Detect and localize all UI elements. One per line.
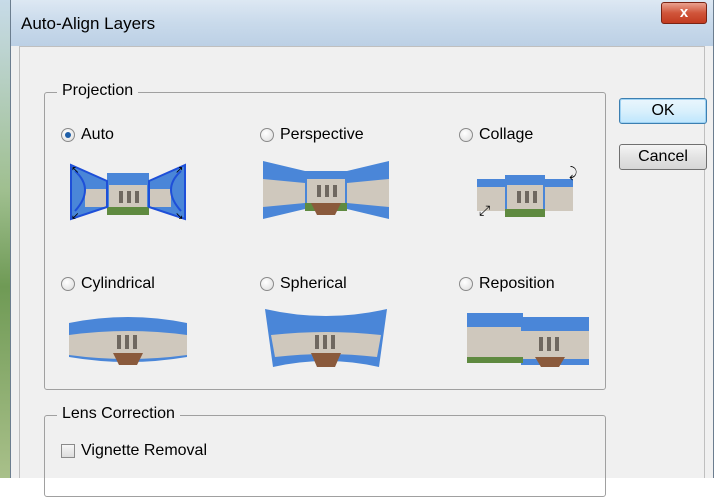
lens-correction-group: Lens Correction Vignette Removal: [44, 405, 606, 497]
cancel-button[interactable]: Cancel: [619, 144, 707, 170]
title-bar: Auto-Align Layers x: [11, 0, 713, 46]
vignette-removal-label: Vignette Removal: [81, 442, 207, 459]
radio-reposition[interactable]: Reposition: [459, 275, 555, 293]
vignette-removal-checkbox[interactable]: Vignette Removal: [61, 442, 207, 460]
projection-group: Projection Auto Perspective Collage ↖ ↗ …: [44, 82, 606, 390]
radio-reposition-label: Reposition: [479, 275, 555, 292]
close-icon: x: [679, 4, 689, 21]
spherical-projection-preview: [265, 309, 387, 367]
lens-correction-legend: Lens Correction: [57, 405, 180, 423]
radio-auto[interactable]: Auto: [61, 126, 114, 144]
cylindrical-projection-preview: [69, 317, 187, 365]
radio-cylindrical-label: Cylindrical: [81, 275, 155, 292]
radio-reposition-indicator: [459, 277, 473, 291]
close-button[interactable]: x: [661, 2, 707, 24]
radio-cylindrical-indicator: [61, 277, 75, 291]
radio-spherical-indicator: [260, 277, 274, 291]
projection-legend: Projection: [57, 82, 139, 100]
radio-auto-indicator: [61, 128, 75, 142]
reposition-projection-preview: [467, 313, 589, 367]
svg-text:↙: ↙: [71, 211, 79, 222]
svg-text:↘: ↘: [175, 211, 183, 222]
ok-button[interactable]: OK: [619, 98, 707, 124]
svg-text:⤢: ⤢: [479, 203, 490, 219]
collage-projection-preview: ⤸ ⤢: [477, 165, 578, 219]
svg-text:↖: ↖: [71, 165, 79, 176]
svg-text:⤸: ⤸: [569, 165, 578, 181]
radio-perspective-label: Perspective: [280, 126, 364, 143]
auto-projection-preview: ↖ ↗ ↙ ↘: [70, 163, 186, 222]
perspective-projection-preview: [263, 161, 389, 219]
svg-text:↗: ↗: [175, 165, 183, 176]
radio-spherical-label: Spherical: [280, 275, 347, 292]
radio-auto-label: Auto: [81, 126, 114, 143]
auto-align-dialog: Auto-Align Layers x Projection Auto Pers…: [10, 0, 714, 497]
radio-perspective[interactable]: Perspective: [260, 126, 364, 144]
vignette-removal-box: [61, 444, 75, 458]
dialog-body: Projection Auto Perspective Collage ↖ ↗ …: [19, 46, 707, 497]
radio-collage-indicator: [459, 128, 473, 142]
radio-perspective-indicator: [260, 128, 274, 142]
radio-spherical[interactable]: Spherical: [260, 275, 347, 293]
radio-collage-label: Collage: [479, 126, 534, 143]
radio-cylindrical[interactable]: Cylindrical: [61, 275, 155, 293]
dialog-title: Auto-Align Layers: [21, 14, 156, 33]
radio-collage[interactable]: Collage: [459, 126, 533, 144]
